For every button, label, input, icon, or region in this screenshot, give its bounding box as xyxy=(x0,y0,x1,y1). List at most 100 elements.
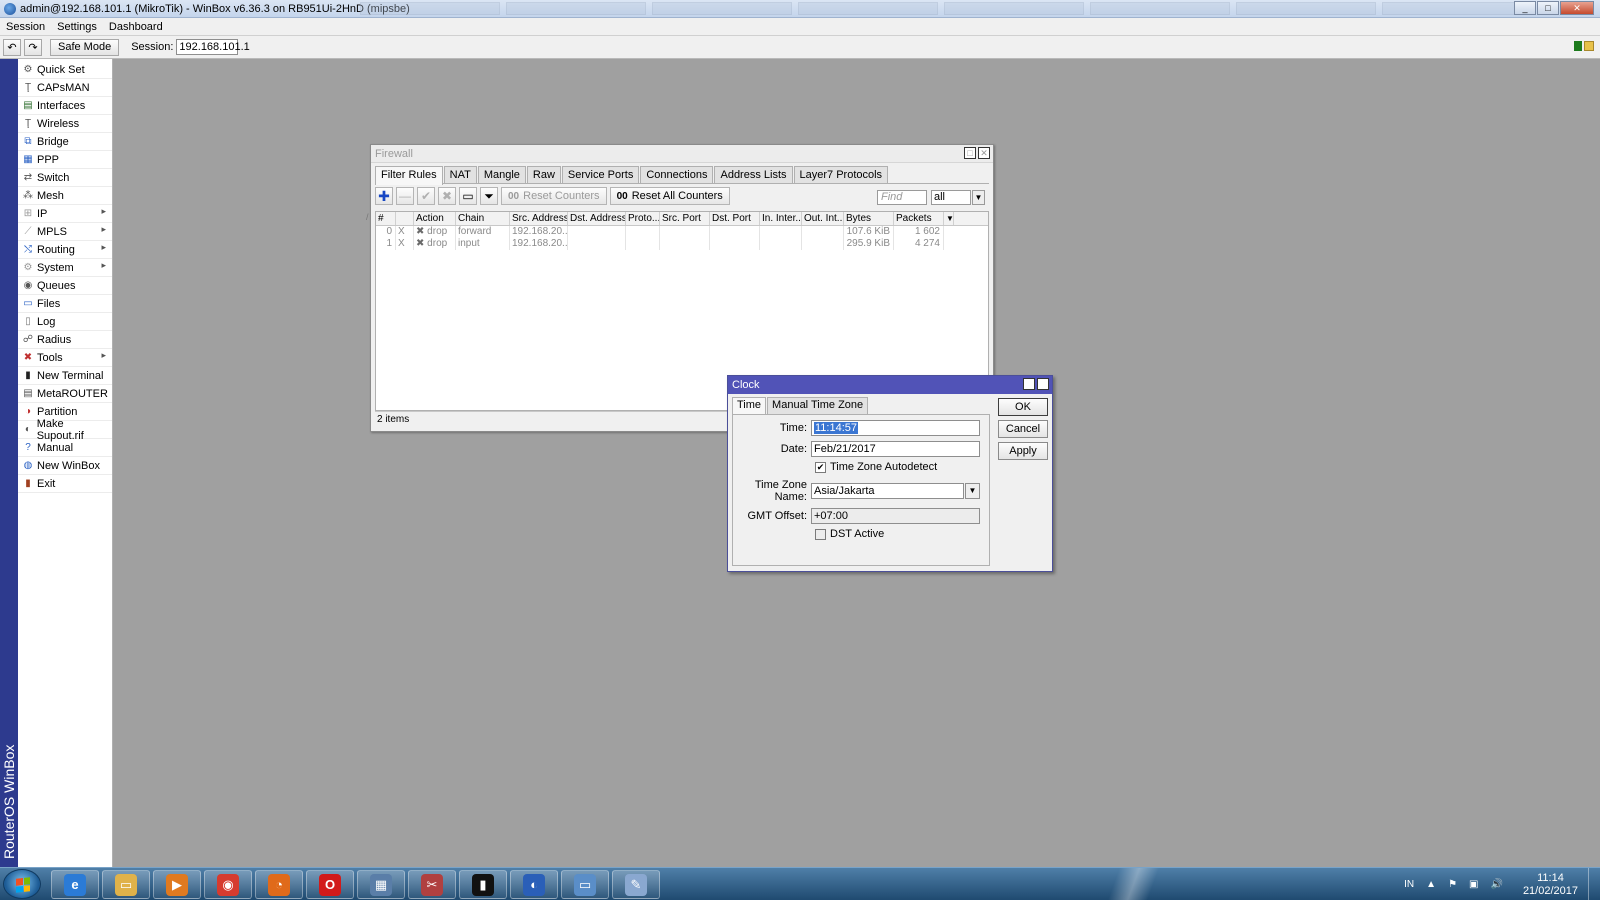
minimize-button[interactable]: _ xyxy=(1514,1,1536,15)
sidebar-item-manual[interactable]: ? Manual xyxy=(18,439,112,457)
session-field[interactable]: 192.168.101.1 xyxy=(176,39,250,55)
sidebar-item-files[interactable]: ▭ Files xyxy=(18,295,112,313)
table-row[interactable]: 1 X ✖ drop input 192.168.20... 295.9 KiB 4 274 xyxy=(376,238,988,250)
taskbar-app-network-app[interactable]: ▦ xyxy=(357,870,405,899)
sidebar-item-quick-set[interactable]: ⚙ Quick Set xyxy=(18,61,112,79)
sidebar-item-routing[interactable]: ⤭ Routing ▸ xyxy=(18,241,112,259)
column-header[interactable]: Proto... xyxy=(626,212,660,225)
menu-session[interactable]: Session xyxy=(0,21,51,33)
taskbar-app-paint[interactable]: ✎ xyxy=(612,870,660,899)
column-header[interactable]: Chain xyxy=(456,212,510,225)
show-hidden-icons-icon[interactable]: ▲ xyxy=(1426,879,1436,890)
menu-dashboard[interactable]: Dashboard xyxy=(103,21,169,33)
language-indicator[interactable]: IN xyxy=(1404,879,1414,890)
action-center-flag-icon[interactable]: ⚑ xyxy=(1448,879,1457,890)
sidebar-item-radius[interactable]: ☍ Radius xyxy=(18,331,112,349)
column-header[interactable]: Packets xyxy=(894,212,944,225)
column-header[interactable]: Dst. Address xyxy=(568,212,626,225)
taskbar-app-file-explorer[interactable]: ▭ xyxy=(102,870,150,899)
taskbar-clock[interactable]: 11:14 21/02/2017 xyxy=(1523,872,1578,898)
sidebar-item-exit[interactable]: ▮ Exit xyxy=(18,475,112,493)
taskbar-app-internet-explorer[interactable]: e xyxy=(51,870,99,899)
show-desktop-button[interactable] xyxy=(1588,868,1600,900)
columns-dropdown-button[interactable]: ▼ xyxy=(944,212,954,225)
column-header[interactable] xyxy=(396,212,414,225)
column-header[interactable]: Src. Port xyxy=(660,212,710,225)
sidebar-item-new-winbox[interactable]: ◍ New WinBox xyxy=(18,457,112,475)
sidebar-item-queues[interactable]: ◉ Queues xyxy=(18,277,112,295)
sidebar-item-wireless[interactable]: Ţ Wireless xyxy=(18,115,112,133)
tab-mangle[interactable]: Mangle xyxy=(477,166,526,183)
undo-button[interactable]: ↶ xyxy=(3,38,21,56)
time-input[interactable]: 11:14:57 xyxy=(811,420,980,436)
tab-address-lists[interactable]: Address Lists xyxy=(714,166,793,183)
filter-button[interactable]: ⏷ xyxy=(480,187,498,205)
find-input[interactable]: Find xyxy=(877,190,927,205)
reset-all-counters-button[interactable]: 00 Reset All Counters xyxy=(609,187,730,205)
cancel-button[interactable]: Cancel xyxy=(998,420,1048,438)
sidebar-item-metarouter[interactable]: ▤ MetaROUTER xyxy=(18,385,112,403)
redo-button[interactable]: ↷ xyxy=(24,38,42,56)
sidebar-item-make-supout-rif[interactable]: ◐ Make Supout.rif xyxy=(18,418,112,442)
close-button[interactable]: ✕ xyxy=(1560,1,1594,15)
sidebar-item-log[interactable]: ▯ Log xyxy=(18,313,112,331)
column-header[interactable]: Action xyxy=(414,212,456,225)
column-header[interactable]: Out. Int... xyxy=(802,212,844,225)
sidebar-item-tools[interactable]: ✖ Tools ▸ xyxy=(18,349,112,367)
taskbar-app-snipping-tool[interactable]: ✂ xyxy=(408,870,456,899)
start-button[interactable] xyxy=(3,869,41,899)
date-input[interactable]: Feb/21/2017 xyxy=(811,441,980,457)
time-zone-autodetect-checkbox[interactable]: ✔ xyxy=(815,461,826,473)
filter-dropdown-button[interactable]: ▼ xyxy=(972,190,985,205)
network-icon[interactable]: ▣ xyxy=(1469,879,1478,890)
sidebar-item-system[interactable]: ⚙ System ▸ xyxy=(18,259,112,277)
filter-select[interactable]: all xyxy=(931,190,971,205)
taskbar-app-command-prompt[interactable]: ▮ xyxy=(459,870,507,899)
firewall-title-bar[interactable]: Firewall □ ✕ xyxy=(371,145,993,163)
taskbar-app-chrome[interactable]: ◉ xyxy=(204,870,252,899)
sidebar-item-bridge[interactable]: ⧉ Bridge xyxy=(18,133,112,151)
taskbar-app-browser-app[interactable]: ◐ xyxy=(510,870,558,899)
enable-rule-button[interactable]: ✔ xyxy=(417,187,435,205)
volume-icon[interactable]: 🔊 xyxy=(1490,879,1502,890)
sidebar-item-ppp[interactable]: ▦ PPP xyxy=(18,151,112,169)
safe-mode-button[interactable]: Safe Mode xyxy=(50,38,120,56)
apply-button[interactable]: Apply xyxy=(998,442,1048,460)
taskbar-app-firefox[interactable]: ◔ xyxy=(255,870,303,899)
tab-nat[interactable]: NAT xyxy=(443,166,477,183)
tab-filter-rules[interactable]: Filter Rules xyxy=(375,166,443,185)
time-zone-dropdown-button[interactable]: ▼ xyxy=(965,483,980,499)
taskbar-app-media-player[interactable]: ▶ xyxy=(153,870,201,899)
firewall-close-button[interactable]: ✕ xyxy=(978,147,990,159)
sidebar-item-mpls[interactable]: ⟋ MPLS ▸ xyxy=(18,223,112,241)
sidebar-item-new-terminal[interactable]: ▮ New Terminal xyxy=(18,367,112,385)
maximize-button[interactable]: □ xyxy=(1537,1,1559,15)
sidebar-item-switch[interactable]: ⇄ Switch xyxy=(18,169,112,187)
add-rule-button[interactable]: ✚ xyxy=(375,187,393,205)
column-header[interactable]: Src. Address xyxy=(510,212,568,225)
time-zone-name-input[interactable]: Asia/Jakarta xyxy=(811,483,964,499)
tab-time[interactable]: Time xyxy=(732,397,767,414)
menu-settings[interactable]: Settings xyxy=(51,21,103,33)
tab-service-ports[interactable]: Service Ports xyxy=(561,166,640,183)
sidebar-item-interfaces[interactable]: ▤ Interfaces xyxy=(18,97,112,115)
remove-rule-button[interactable]: — xyxy=(396,187,414,205)
taskbar-app-window-app[interactable]: ▭ xyxy=(561,870,609,899)
sidebar-item-capsman[interactable]: Ţ CAPsMAN xyxy=(18,79,112,97)
clock-title-bar[interactable]: Clock □ ✕ xyxy=(728,376,1052,394)
firewall-maximize-button[interactable]: □ xyxy=(964,147,976,159)
tab-connections[interactable]: Connections xyxy=(640,166,714,183)
sidebar-item-mesh[interactable]: ⁂ Mesh xyxy=(18,187,112,205)
disable-rule-button[interactable]: ✖ xyxy=(438,187,456,205)
table-row[interactable]: 0 X ✖ drop forward 192.168.20... 107.6 KiB 1 6… xyxy=(376,226,988,238)
column-header[interactable]: # xyxy=(376,212,396,225)
clock-close-button[interactable]: ✕ xyxy=(1037,378,1049,390)
tab-raw[interactable]: Raw xyxy=(526,166,561,183)
clock-maximize-button[interactable]: □ xyxy=(1023,378,1035,390)
taskbar-app-opera[interactable]: O xyxy=(306,870,354,899)
tab-layer7-protocols[interactable]: Layer7 Protocols xyxy=(793,166,889,183)
column-header[interactable]: Dst. Port xyxy=(710,212,760,225)
column-header[interactable]: Bytes xyxy=(844,212,894,225)
reset-counters-button[interactable]: 00 Reset Counters xyxy=(501,187,607,205)
comment-button[interactable]: ▭ xyxy=(459,187,477,205)
